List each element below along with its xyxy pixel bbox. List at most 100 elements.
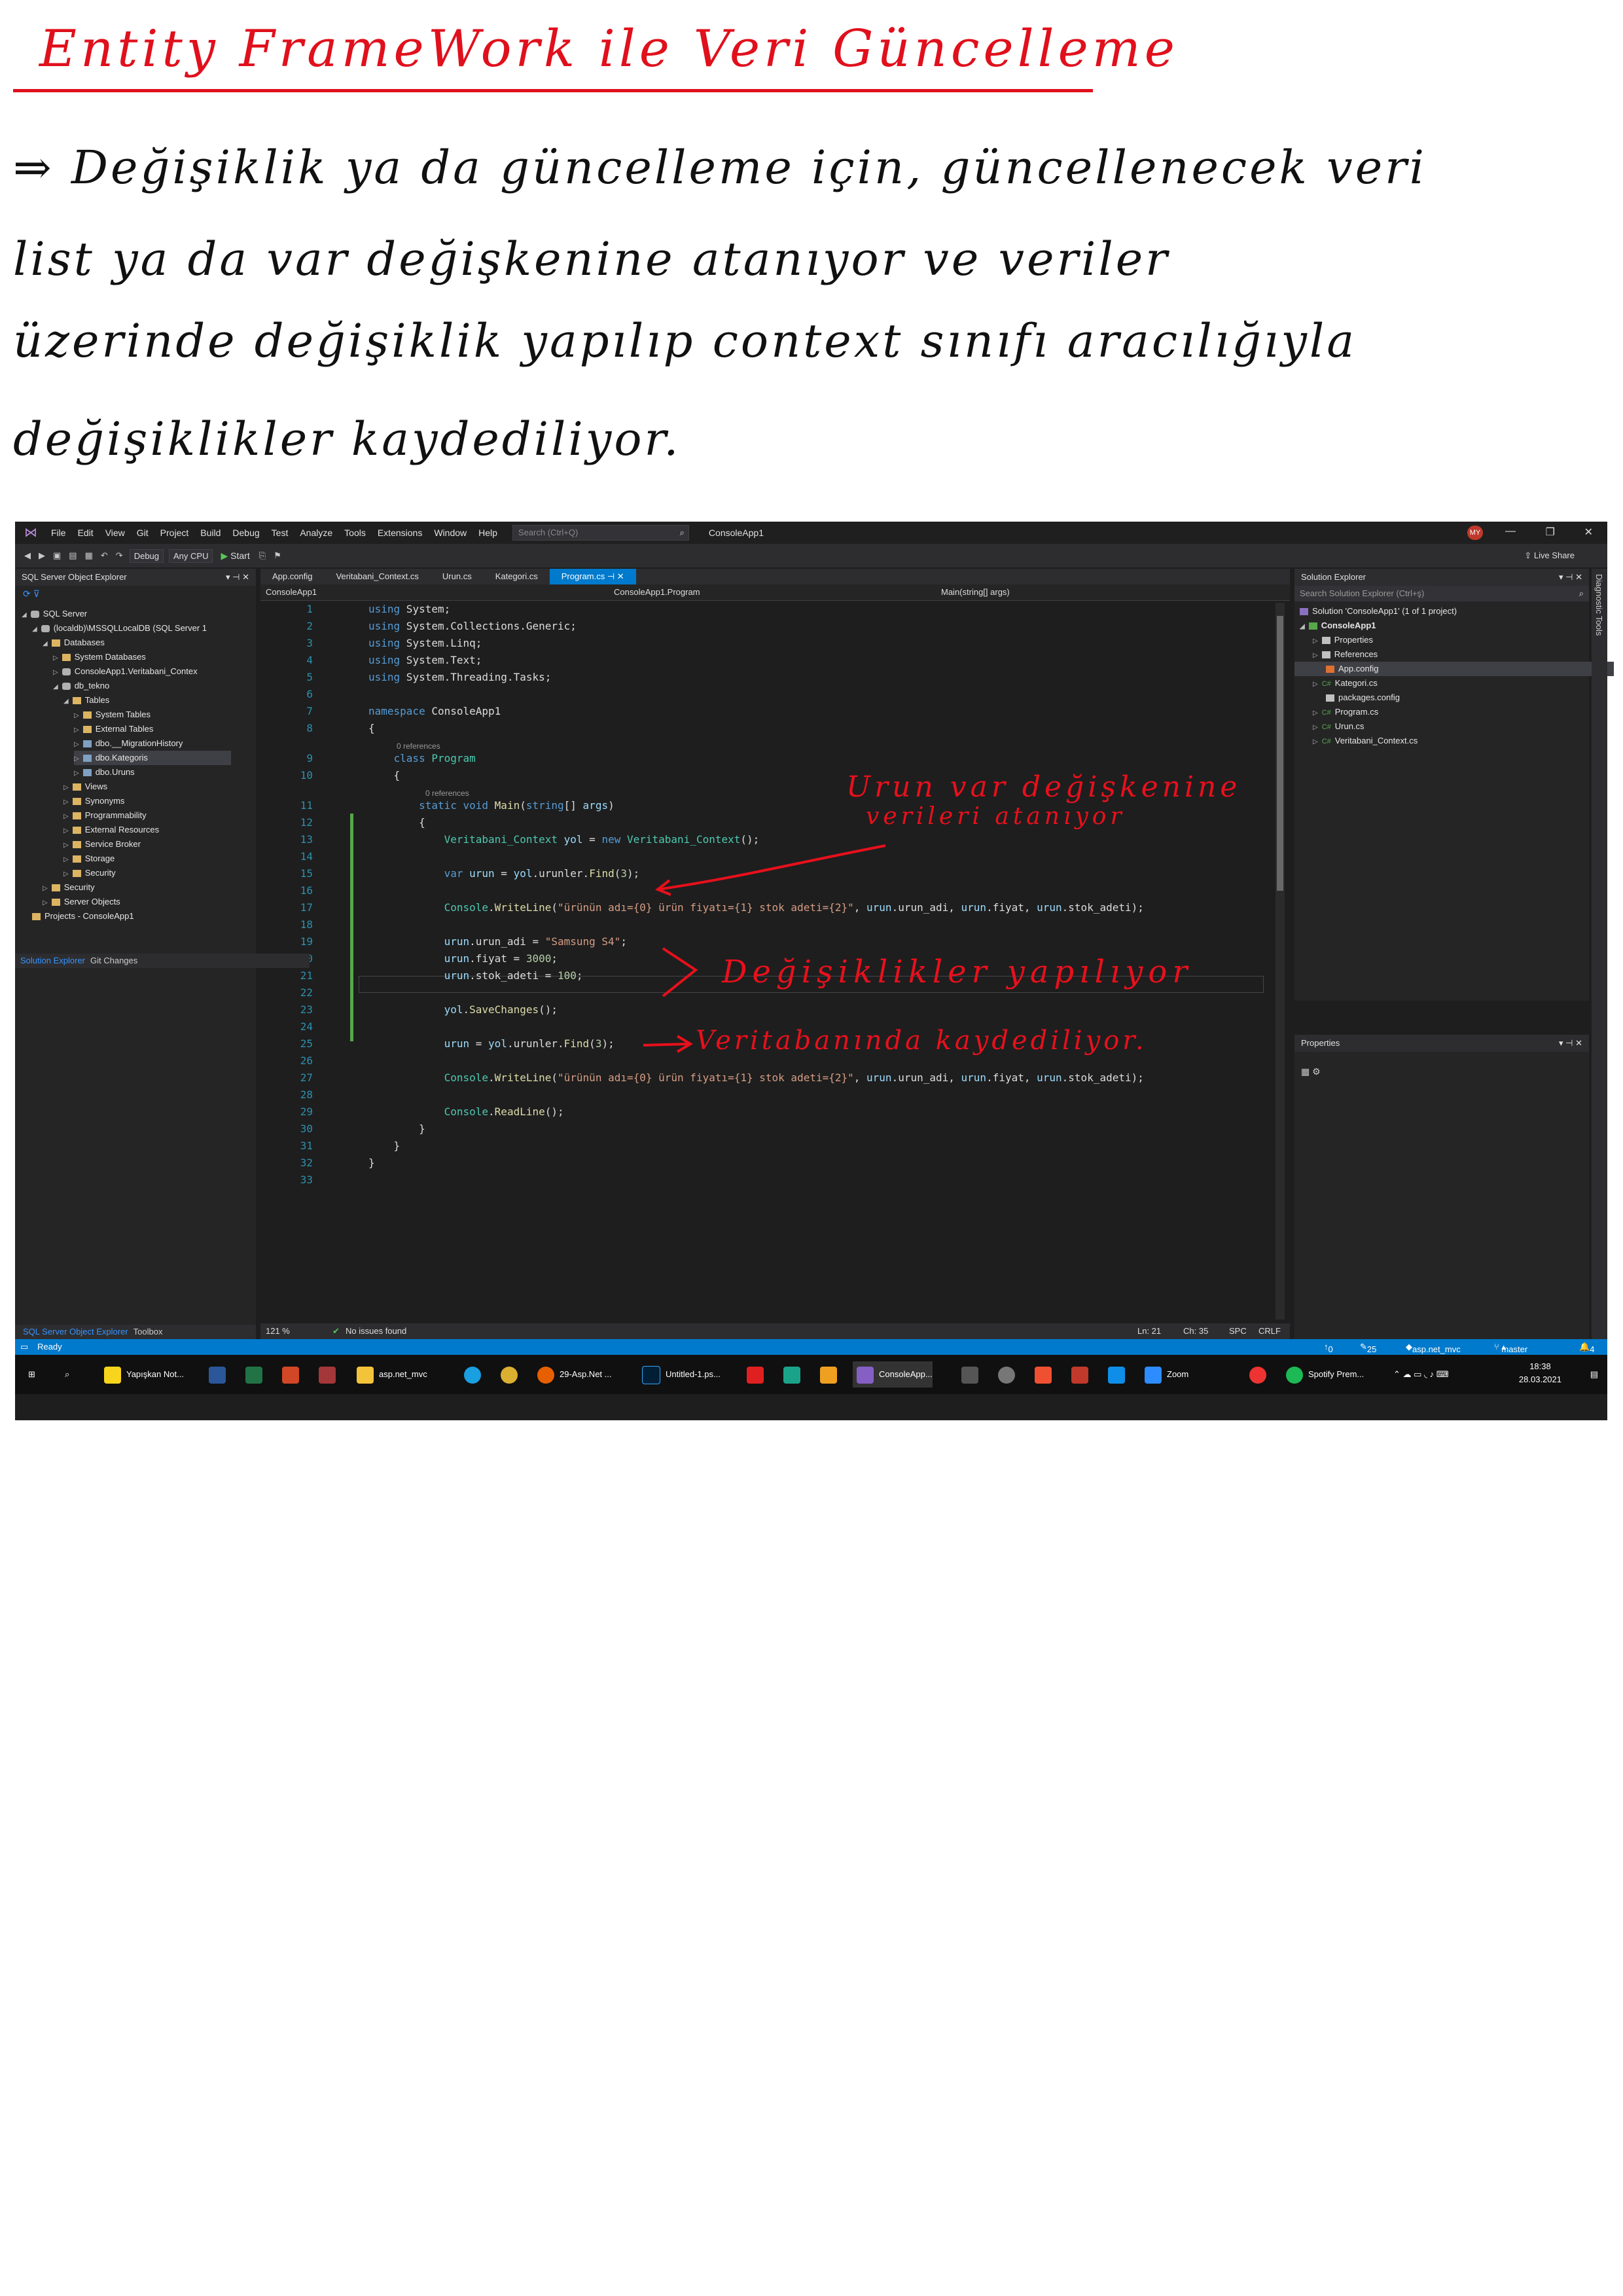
menu-window[interactable]: Window	[434, 528, 467, 538]
forward-icon[interactable]: ▶	[39, 550, 45, 561]
menu-build[interactable]: Build	[200, 528, 221, 538]
se-node[interactable]: ▷ Properties	[1313, 633, 1373, 647]
config-dropdown[interactable]: Debug	[129, 548, 164, 563]
menu-tools[interactable]: Tools	[344, 528, 366, 538]
tree-node[interactable]: Projects - ConsoleApp1	[32, 909, 134, 924]
acrobat-icon[interactable]	[743, 1361, 769, 1388]
tab-urun[interactable]: Urun.cs	[431, 569, 484, 584]
se-node[interactable]: ▷ C# Urun.cs	[1313, 719, 1364, 734]
attach-icon[interactable]: ⎘	[259, 550, 266, 561]
menu-edit[interactable]: Edit	[78, 528, 94, 538]
tree-node-selected[interactable]: ▷ dbo.Kategoris	[74, 751, 231, 765]
bookmark-icon[interactable]: ⚑	[274, 550, 281, 561]
code-lens[interactable]: 0 references	[425, 789, 469, 798]
pin-icon[interactable]: ▾ ⊣ ✕	[226, 569, 249, 586]
tab-app-config[interactable]: App.config	[260, 569, 324, 584]
se-node[interactable]: ▷ C# Kategori.cs	[1313, 676, 1378, 691]
tree-node[interactable]: ▷ External Resources	[63, 823, 159, 837]
se-node[interactable]: ▷ C# Program.cs	[1313, 705, 1378, 719]
chrome-icon[interactable]	[497, 1361, 523, 1388]
back-icon[interactable]: ◀	[24, 550, 31, 561]
se-node[interactable]: packages.config	[1326, 691, 1400, 705]
tree-node[interactable]: ▷ System Tables	[74, 708, 151, 722]
menu-test[interactable]: Test	[272, 528, 289, 538]
clock[interactable]: 18:38 28.03.2021	[1519, 1360, 1561, 1386]
save-icon[interactable]: ▦	[85, 550, 93, 561]
git-icon[interactable]	[1031, 1361, 1057, 1388]
taskbar-zoom[interactable]: Zoom	[1141, 1361, 1188, 1388]
app4-icon[interactable]	[816, 1361, 842, 1388]
excel-icon[interactable]	[241, 1361, 268, 1388]
minimize-icon[interactable]: —	[1505, 526, 1516, 537]
menu-file[interactable]: File	[51, 528, 66, 538]
tree-node[interactable]: ▷ Security	[63, 866, 116, 880]
line-ending[interactable]: CRLF	[1258, 1326, 1281, 1336]
app6-icon[interactable]	[1067, 1361, 1094, 1388]
edge-icon[interactable]	[460, 1361, 486, 1388]
search-icon[interactable]: ⌕	[61, 1361, 69, 1388]
tree-node[interactable]: ▷ Server Objects	[43, 895, 120, 909]
tree-node[interactable]: ▷ Synonyms	[63, 794, 124, 808]
tree-node[interactable]: ▷ Programmability	[63, 808, 147, 823]
se-node[interactable]: Solution 'ConsoleApp1' (1 of 1 project)	[1300, 604, 1457, 619]
undo-icon[interactable]: ↶	[101, 550, 108, 561]
tree-node[interactable]: ◢ SQL Server	[22, 607, 87, 621]
nav-class[interactable]: ConsoleApp1.Program	[614, 587, 700, 597]
tab-veritabani-context[interactable]: Veritabani_Context.cs	[324, 569, 430, 584]
pin-icon[interactable]: ▾ ⊣ ✕	[1559, 569, 1582, 586]
diagnostic-tools-tab[interactable]: Diagnostic Tools	[1592, 569, 1607, 1339]
tree-node[interactable]: ◢ db_tekno	[53, 679, 109, 693]
nav-project[interactable]: ConsoleApp1	[266, 587, 317, 597]
access-icon[interactable]	[315, 1361, 341, 1388]
tree-node[interactable]: ▷ External Tables	[74, 722, 153, 736]
menu-extensions[interactable]: Extensions	[378, 528, 422, 538]
app3-icon[interactable]	[779, 1361, 806, 1388]
taskbar-explorer[interactable]: asp.net_mvc	[353, 1361, 427, 1388]
taskbar-photoshop[interactable]: Untitled-1.ps...	[638, 1361, 721, 1388]
tab-solution-explorer[interactable]: Solution Explorer	[15, 956, 85, 965]
tab-toolbox[interactable]: Toolbox	[134, 1327, 163, 1336]
menu-debug[interactable]: Debug	[232, 528, 259, 538]
platform-dropdown[interactable]: Any CPU	[169, 548, 213, 563]
vertical-scrollbar[interactable]	[1275, 603, 1285, 1319]
se-node[interactable]: ◢ ConsoleApp1	[1300, 619, 1376, 633]
repo-name[interactable]: ◆ asp.net_mvc	[1406, 1342, 1461, 1354]
tree-node[interactable]: ▷ Views	[63, 780, 107, 794]
tree-node[interactable]: ▷ Storage	[63, 852, 115, 866]
se-node-selected[interactable]: App.config	[1294, 662, 1614, 676]
app5-icon[interactable]	[957, 1361, 984, 1388]
powerpoint-icon[interactable]	[278, 1361, 304, 1388]
taskbar-spotify[interactable]: Spotify Prem...	[1282, 1361, 1364, 1388]
redo-icon[interactable]: ↷	[116, 550, 123, 561]
refresh-icon[interactable]: ⟳ ⊽	[23, 588, 40, 600]
se-search-input[interactable]: Search Solution Explorer (Ctrl+ş) ⌕	[1294, 586, 1589, 601]
tree-node[interactable]: ▷ dbo.Uruns	[74, 765, 135, 780]
pin-icon[interactable]: ▾ ⊣ ✕	[1559, 1035, 1582, 1052]
word-icon[interactable]	[205, 1361, 231, 1388]
notification-center-icon[interactable]: ▤	[1586, 1361, 1598, 1388]
tab-sso[interactable]: SQL Server Object Explorer	[15, 1327, 128, 1336]
spacing-mode[interactable]: SPC	[1229, 1326, 1247, 1336]
tree-node[interactable]: ◢ Tables	[63, 693, 109, 708]
avatar[interactable]: MY	[1467, 526, 1483, 540]
tree-node[interactable]: ▷ System Databases	[53, 650, 146, 664]
quick-search-input[interactable]: Search (Ctrl+Q) ⌕	[512, 525, 689, 541]
system-tray-icons[interactable]: ⌃ ☁ ▭ ◟ ♪ ⌨	[1389, 1361, 1449, 1388]
tab-program[interactable]: Program.cs ⊣ ✕	[549, 569, 636, 584]
tree-node[interactable]: ◢ (localdb)\MSSQLLocalDB (SQL Server 1	[32, 621, 207, 636]
zoom-level[interactable]: 121 %	[266, 1326, 290, 1336]
categorized-icon[interactable]: ▦ ⚙	[1301, 1066, 1321, 1077]
taskbar-sticky-notes[interactable]: Yapışkan Not...	[100, 1361, 184, 1388]
taskbar-visual-studio[interactable]: ConsoleApp...	[853, 1361, 933, 1388]
open-folder-icon[interactable]: ▤	[69, 550, 77, 561]
tree-node[interactable]: ▷ Security	[43, 880, 95, 895]
settings-icon[interactable]	[994, 1361, 1020, 1388]
code-lens[interactable]: 0 references	[397, 742, 440, 751]
menu-view[interactable]: View	[105, 528, 125, 538]
menu-git[interactable]: Git	[137, 528, 149, 538]
nav-member[interactable]: Main(string[] args)	[941, 587, 1010, 597]
new-project-icon[interactable]: ▣	[53, 550, 61, 561]
windows-start-icon[interactable]: ⊞	[24, 1361, 35, 1388]
notifications-icon[interactable]: 🔔 4	[1579, 1342, 1594, 1354]
tab-git-changes[interactable]: Git Changes	[90, 956, 137, 965]
